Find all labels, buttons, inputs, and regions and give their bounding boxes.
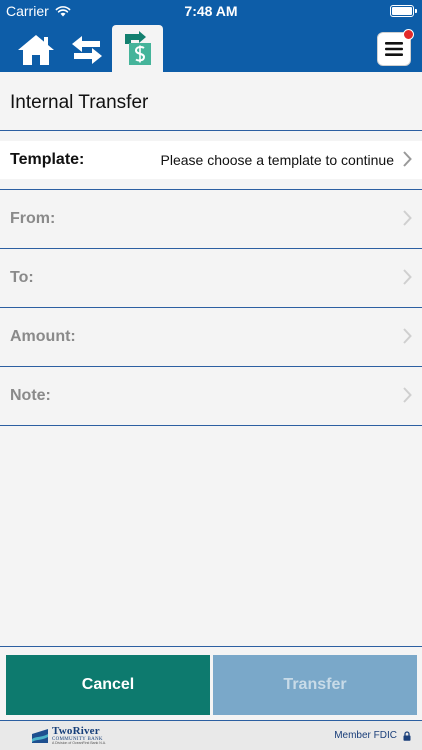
- chevron-right-icon: [403, 328, 412, 344]
- bank-division: A Division of OceanFirst Bank N.A.: [52, 741, 107, 745]
- template-row[interactable]: Template: Please choose a template to co…: [0, 131, 422, 190]
- note-label: Note:: [10, 387, 51, 404]
- home-icon: [18, 35, 54, 65]
- from-label: From:: [10, 210, 56, 227]
- note-row[interactable]: Note:: [0, 367, 422, 426]
- page-title: Internal Transfer: [10, 92, 149, 113]
- chevron-right-icon: [403, 269, 412, 285]
- fdic-label: Member FDIC: [334, 730, 397, 741]
- bank-name: TwoRiver: [52, 725, 100, 737]
- bank-logo-text: TwoRiver COMMUNITY BANK A Division of Oc…: [52, 726, 106, 746]
- footer: TwoRiver COMMUNITY BANK A Division of Oc…: [0, 720, 422, 750]
- fdic-notice[interactable]: Member FDIC: [334, 730, 411, 741]
- lock-icon: [403, 730, 411, 741]
- chevron-right-icon: [403, 151, 412, 167]
- from-row[interactable]: From:: [0, 190, 422, 249]
- template-label: Template:: [10, 151, 85, 168]
- hamburger-menu-icon: [385, 42, 403, 56]
- clock: 7:48 AM: [184, 3, 238, 19]
- battery-level: [392, 7, 412, 15]
- action-bar: Cancel Transfer: [0, 646, 422, 720]
- to-row[interactable]: To:: [0, 249, 422, 308]
- page-header: Internal Transfer: [0, 72, 422, 131]
- amount-label: Amount:: [10, 328, 76, 345]
- home-tab[interactable]: [10, 28, 62, 72]
- bank-logo-wave-icon: [32, 728, 48, 743]
- menu-button[interactable]: [377, 29, 414, 66]
- bank-logo: TwoRiver COMMUNITY BANK A Division of Oc…: [31, 726, 106, 746]
- status-bar: Carrier 7:48 AM: [0, 0, 422, 22]
- transfers-tab[interactable]: [64, 28, 110, 72]
- chevron-right-icon: [403, 387, 412, 403]
- amount-row[interactable]: Amount:: [0, 308, 422, 367]
- cancel-button[interactable]: Cancel: [6, 655, 210, 715]
- swap-arrows-icon: [72, 36, 102, 64]
- internal-transfer-tab[interactable]: [112, 25, 163, 72]
- top-nav-bar: [0, 22, 422, 72]
- transfer-button[interactable]: Transfer: [213, 655, 417, 715]
- battery-icon: [390, 5, 417, 17]
- notification-badge: [403, 29, 414, 40]
- to-label: To:: [10, 269, 34, 286]
- template-value: Please choose a template to continue: [160, 152, 395, 168]
- chevron-right-icon: [403, 210, 412, 226]
- transfer-dollar-icon: [124, 30, 151, 65]
